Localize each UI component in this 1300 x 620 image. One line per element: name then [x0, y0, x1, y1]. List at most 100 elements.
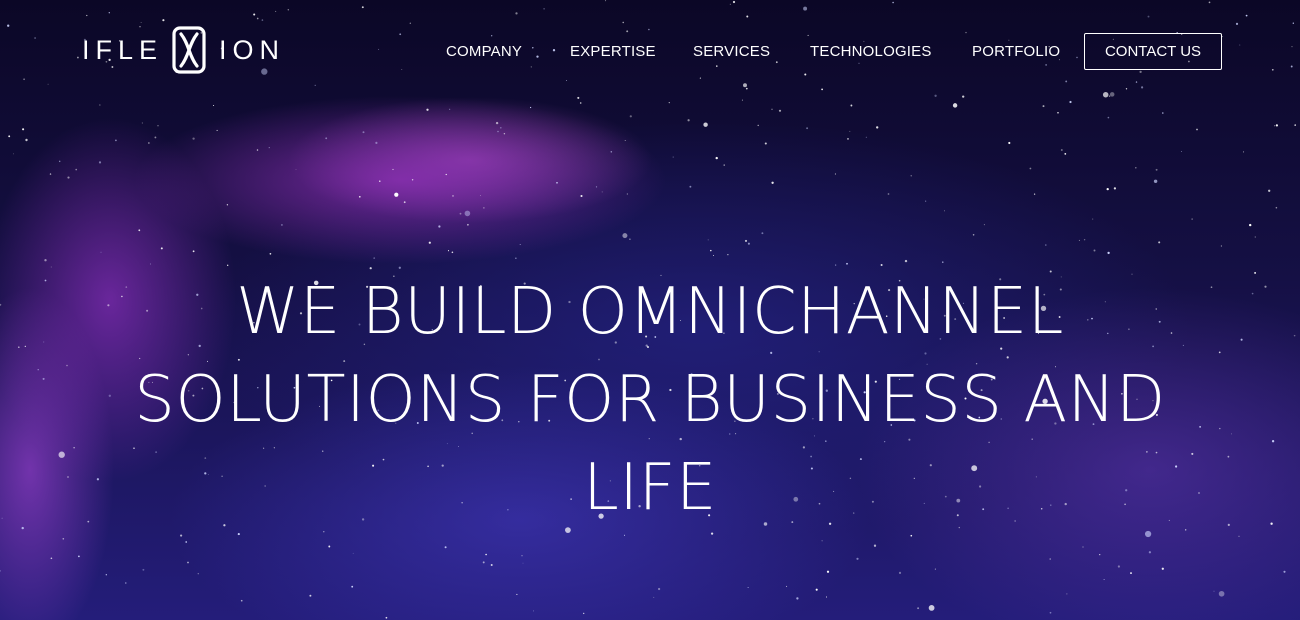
star-dot	[865, 136, 867, 138]
star-dot	[24, 345, 26, 348]
star-dot	[1219, 427, 1221, 430]
star-dot	[187, 561, 189, 564]
star-dot	[850, 104, 853, 107]
star-dot	[1148, 551, 1152, 554]
star-dot	[856, 557, 859, 560]
star-dot	[1251, 292, 1254, 295]
star-dot	[490, 564, 493, 566]
star-dot	[1220, 245, 1222, 247]
star-dot	[1078, 239, 1080, 241]
star-dot	[873, 544, 877, 547]
star-dot	[723, 164, 725, 166]
star-dot	[309, 594, 312, 597]
star-dot	[268, 147, 270, 149]
star-dot	[362, 131, 365, 134]
star-dot	[150, 263, 151, 265]
star-dot	[403, 201, 406, 204]
star-dot	[67, 476, 69, 478]
contact-us-button[interactable]: CONTACT US	[1084, 33, 1222, 70]
star-dot	[1082, 546, 1084, 548]
star-dot	[849, 130, 851, 132]
star-dot	[771, 181, 774, 184]
star-dot	[447, 250, 450, 252]
star-dot	[556, 181, 558, 184]
star-dot	[105, 574, 107, 576]
star-dot	[1274, 125, 1276, 127]
star-dot	[1049, 558, 1051, 560]
star-dot	[876, 126, 879, 129]
hero-headline: WE BUILD OMNICHANNEL SOLUTIONS FOR BUSIN…	[134, 275, 1166, 525]
star-dot	[1042, 105, 1045, 108]
star-dot	[43, 341, 45, 343]
nav-expertise-link[interactable]: EXPERTISE	[570, 33, 656, 71]
star-dot	[910, 534, 913, 537]
star-dot	[1196, 128, 1198, 131]
star-dot	[846, 262, 848, 265]
star-dot	[154, 136, 157, 139]
star-dot	[1049, 611, 1052, 614]
star-dot	[483, 207, 485, 209]
star-dot	[325, 137, 328, 140]
star-dot	[626, 193, 628, 195]
star-dot	[928, 605, 935, 611]
star-dot	[87, 520, 90, 523]
star-dot	[983, 224, 985, 226]
star-dot	[1249, 223, 1252, 227]
star-dot	[0, 570, 1, 572]
star-dot	[910, 175, 912, 177]
star-dot	[428, 241, 431, 244]
star-dot	[385, 616, 388, 619]
star-dot	[1033, 193, 1036, 195]
star-dot	[44, 259, 47, 262]
star-dot	[115, 139, 117, 142]
star-dot	[62, 538, 65, 540]
star-dot	[379, 180, 381, 182]
star-dot	[826, 570, 830, 573]
star-dot	[213, 105, 215, 106]
hero-section: IFLE ION COMPANY EXPERTISE SERVICES TECH…	[0, 0, 1300, 620]
star-dot	[49, 173, 52, 175]
star-dot	[358, 195, 361, 198]
star-dot	[653, 596, 655, 598]
star-dot	[624, 140, 626, 142]
star-dot	[160, 247, 163, 250]
star-dot	[479, 195, 481, 196]
star-dot	[629, 115, 632, 118]
star-dot	[125, 582, 127, 584]
star-dot	[944, 210, 945, 212]
star-dot	[689, 185, 692, 188]
star-dot	[580, 194, 583, 198]
star-dot	[78, 555, 80, 558]
star-dot	[771, 108, 773, 111]
nav-technologies-link[interactable]: TECHNOLOGIES	[810, 33, 932, 71]
star-dot	[352, 552, 354, 554]
star-dot	[99, 104, 101, 106]
star-dot	[715, 156, 718, 160]
star-dot	[1158, 241, 1161, 244]
star-dot	[148, 142, 150, 144]
star-dot	[887, 193, 890, 195]
main-nav: COMPANY EXPERTISE SERVICES TECHNOLOGIES …	[0, 33, 1300, 71]
star-dot	[796, 597, 799, 600]
star-dot	[761, 232, 764, 235]
star-dot	[100, 251, 102, 253]
star-dot	[1213, 590, 1215, 592]
star-dot	[237, 533, 240, 536]
nav-company-link[interactable]: COMPANY	[446, 33, 522, 71]
star-dot	[67, 176, 70, 179]
nav-portfolio-link[interactable]: PORTFOLIO	[972, 33, 1060, 71]
star-dot	[917, 607, 920, 610]
star-dot	[451, 251, 454, 254]
star-dot	[1191, 218, 1193, 220]
star-dot	[75, 168, 78, 171]
star-dot	[727, 254, 729, 256]
star-dot	[216, 129, 218, 131]
star-dot	[521, 555, 523, 557]
star-dot	[1117, 565, 1121, 568]
star-dot	[934, 568, 936, 570]
star-dot	[622, 233, 628, 239]
star-dot	[1093, 249, 1096, 252]
star-dot	[972, 234, 975, 236]
nav-services-link[interactable]: SERVICES	[693, 33, 770, 71]
star-dot	[37, 369, 39, 371]
